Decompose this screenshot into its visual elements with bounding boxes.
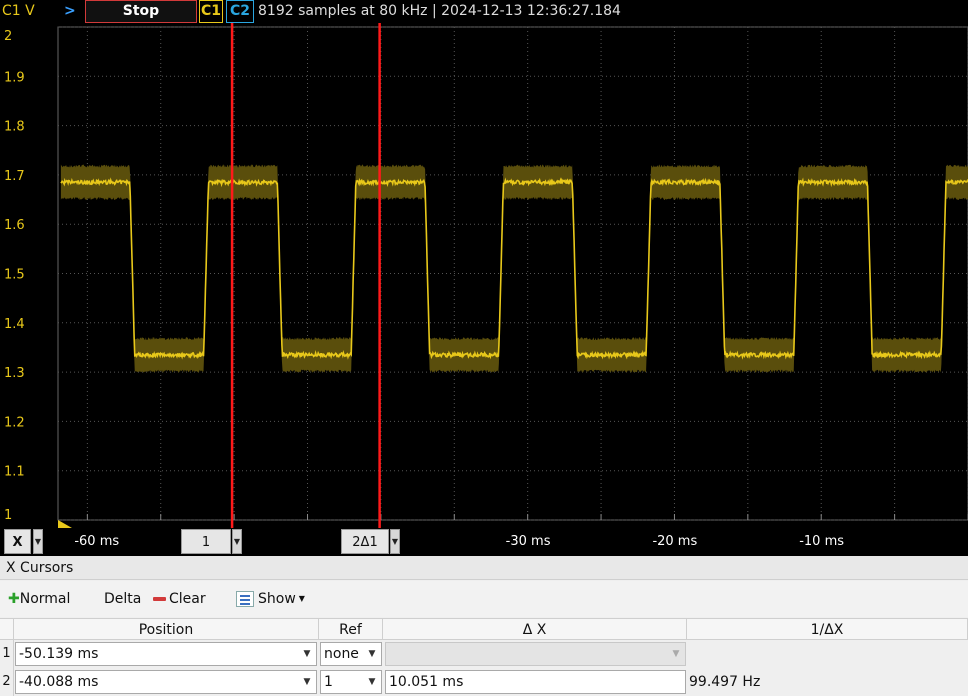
stop-button[interactable]: Stop — [85, 0, 197, 23]
column-header-ref[interactable]: Ref — [319, 618, 383, 640]
normal-label: Normal — [19, 591, 71, 607]
chevron-down-icon: ▼ — [34, 537, 42, 546]
x-axis-button[interactable]: X — [4, 529, 31, 554]
delta-x-combo[interactable]: 10.051 ms — [385, 670, 686, 694]
c1-trace — [60, 177, 968, 360]
acquisition-status: 8192 samples at 80 kHz | 2024-12-13 12:3… — [258, 3, 621, 19]
scope-plot[interactable]: 2 1.9 1.8 1.7 1.6 1.5 1.4 1.3 1.2 1.1 1 — [0, 23, 968, 528]
ref-combo[interactable]: none ▼ — [320, 642, 382, 666]
chevron-down-icon: ▼ — [391, 537, 399, 546]
y-tick-label: 1.8 — [4, 120, 25, 135]
delta-x-value: 10.051 ms — [389, 674, 464, 690]
cursor1-dropdown[interactable]: ▼ — [232, 529, 242, 554]
run-arrow-icon[interactable]: > — [64, 0, 78, 23]
plus-icon: ✚ — [8, 591, 20, 607]
cursor-toolbar: ✚Normal Delta Clear Show ▼ — [0, 581, 968, 617]
column-header-delta-x[interactable]: Δ X — [383, 618, 687, 640]
x-tick-label: -60 ms — [74, 534, 120, 549]
table-corner — [0, 618, 14, 640]
channel1-button[interactable]: C1 — [199, 0, 223, 23]
waveform-canvas[interactable]: 2 1.9 1.8 1.7 1.6 1.5 1.4 1.3 1.2 1.1 1 — [0, 23, 968, 528]
cursor1-button[interactable]: 1 — [181, 529, 231, 554]
chevron-down-icon: ▼ — [368, 677, 376, 687]
x-cursors-panel: X Cursors ✚Normal Delta Clear Show ▼ Posi… — [0, 556, 968, 696]
x-axis-bar: X ▼ 1 ▼ 2Δ1 ▼ -60 ms -30 ms -20 ms -10 ms — [0, 528, 968, 556]
y-tick-label: 1.3 — [4, 366, 25, 381]
add-normal-cursor-button[interactable]: ✚Normal — [8, 589, 70, 609]
grid — [57, 26, 968, 521]
y-tick-label: 1.2 — [4, 415, 25, 430]
top-toolbar: C1 V > Stop C1 C2 8192 samples at 80 kHz… — [0, 0, 968, 23]
x-tick-label: -10 ms — [799, 534, 845, 549]
ref-combo[interactable]: 1 ▼ — [320, 670, 382, 694]
channel2-button[interactable]: C2 — [226, 0, 254, 23]
c1-waveform — [60, 177, 968, 360]
position-combo[interactable]: -40.088 ms ▼ — [15, 670, 317, 694]
inverse-delta-x-value: 99.497 Hz — [689, 674, 761, 690]
c1-envelope — [60, 164, 968, 373]
y-tick-label: 1.5 — [4, 268, 25, 283]
show-menu-button[interactable]: Show ▼ — [236, 589, 305, 609]
add-delta-cursor-button[interactable]: Delta — [104, 589, 141, 609]
clear-cursors-button[interactable]: Clear — [153, 589, 206, 609]
position-value: -50.139 ms — [19, 646, 99, 662]
row-index: 1 — [0, 640, 14, 668]
list-icon — [236, 591, 254, 607]
minus-icon — [153, 597, 166, 601]
x-tick-label: -30 ms — [505, 534, 551, 549]
position-value: -40.088 ms — [19, 674, 99, 690]
position-combo[interactable]: -50.139 ms ▼ — [15, 642, 317, 666]
ref-value: 1 — [324, 674, 333, 690]
panel-title: X Cursors — [0, 556, 968, 580]
y-tick-labels: 2 1.9 1.8 1.7 1.6 1.5 1.4 1.3 1.2 1.1 1 — [4, 29, 25, 523]
chevron-down-icon: ▼ — [303, 677, 311, 687]
trigger-marker-icon[interactable] — [58, 520, 72, 528]
y-axis-unit-label: C1 V — [2, 3, 35, 19]
column-header-position[interactable]: Position — [14, 618, 319, 640]
show-label: Show — [258, 591, 296, 607]
y-tick-label: 1.9 — [4, 70, 25, 85]
ref-value: none — [324, 646, 359, 662]
trace-envelope — [60, 164, 968, 373]
delta-x-combo: ▼ — [385, 642, 686, 666]
clear-label: Clear — [169, 591, 206, 607]
chevron-down-icon: ▼ — [368, 649, 376, 659]
x-cursors — [230, 23, 381, 528]
y-tick-label: 1.6 — [4, 218, 25, 233]
chevron-down-icon: ▼ — [233, 537, 241, 546]
row-index: 2 — [0, 668, 14, 696]
chevron-down-icon: ▼ — [672, 649, 680, 659]
y-tick-label: 1 — [4, 508, 12, 523]
cursor2-dropdown[interactable]: ▼ — [390, 529, 400, 554]
cursor2-button[interactable]: 2Δ1 — [341, 529, 389, 554]
x-tick-label: -20 ms — [652, 534, 698, 549]
y-tick-label: 2 — [4, 29, 12, 44]
y-tick-label: 1.4 — [4, 317, 25, 332]
y-tick-label: 1.1 — [4, 465, 25, 480]
x-axis-dropdown[interactable]: ▼ — [33, 529, 43, 554]
column-header-inverse-delta-x[interactable]: 1/ΔX — [687, 618, 968, 640]
y-tick-label: 1.7 — [4, 169, 25, 184]
chevron-down-icon: ▼ — [303, 649, 311, 659]
chevron-down-icon: ▼ — [298, 594, 305, 603]
